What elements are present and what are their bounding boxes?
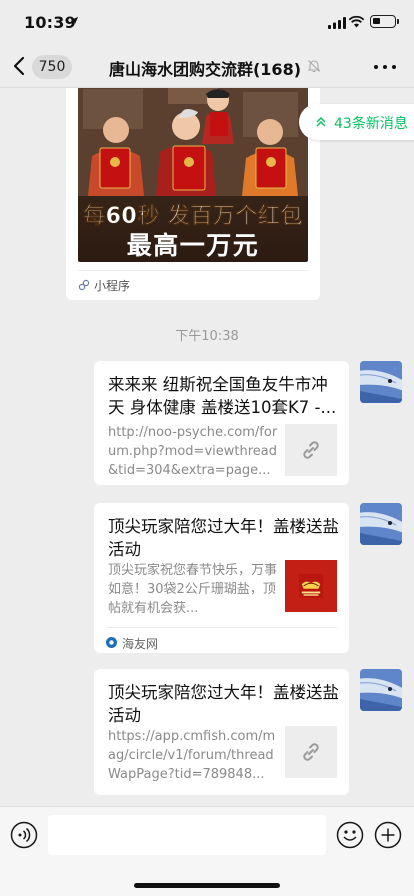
source-name: 海友网 [122, 637, 159, 651]
back-chevron-icon[interactable] [12, 56, 28, 76]
link-title: 顶尖玩家陪您过大年！盖楼送盐活动 [108, 683, 339, 725]
link-thumbnail [285, 726, 337, 778]
double-chevron-up-icon [316, 116, 326, 127]
article-thumbnail [285, 560, 337, 612]
article-message-card[interactable]: 顶尖玩家陪您过大年！盖楼送盐活动 顶尖玩家祝您春节快乐，万事如意！30袋2公斤珊… [94, 503, 349, 653]
location-arrow-icon [70, 16, 79, 25]
promo-people-illustration [78, 88, 308, 196]
promo-subheadline: 最高一万元 [126, 231, 260, 260]
sender-avatar[interactable] [360, 669, 402, 711]
message-input[interactable] [48, 815, 326, 855]
new-messages-pill[interactable]: 43条新消息 [299, 104, 414, 140]
more-options-icon[interactable] [374, 65, 396, 71]
fish-avatar-image [360, 361, 402, 403]
link-description: http://noo-psyche.com/forum.php?mod=view… [108, 425, 278, 478]
link-message-card[interactable]: 来来来 纽斯祝全国鱼友牛市冲天 身体健康 盖楼送10套K7 -... http:… [94, 361, 349, 485]
status-bar: 10:39 [0, 0, 414, 46]
link-title: 来来来 纽斯祝全国鱼友牛市冲天 身体健康 盖楼送10套K7 -... [108, 375, 337, 417]
chat-input-bar [0, 806, 414, 896]
mini-program-image: 每60秒 发百万个红包 最高一万元 [78, 88, 308, 262]
chat-message-list[interactable]: 每60秒 发百万个红包 最高一万元 小程序 43条新消息 下午10:38 来来来… [0, 88, 414, 806]
emoji-icon[interactable] [336, 821, 364, 849]
plus-icon[interactable] [374, 821, 402, 849]
link-icon [303, 441, 319, 459]
message-timestamp: 下午10:38 [175, 329, 239, 344]
source-logo-icon [106, 637, 117, 648]
new-messages-label: 43条新消息 [334, 116, 408, 132]
article-title: 顶尖玩家陪您过大年！盖楼送盐活动 [108, 517, 339, 559]
article-source: 海友网 [106, 627, 337, 651]
voice-icon[interactable] [10, 821, 38, 849]
sender-avatar[interactable] [360, 503, 402, 545]
chat-title: 唐山海水团购交流群(168) [108, 60, 302, 79]
battery-icon [370, 15, 399, 28]
promo-thumbnail-image [299, 574, 323, 598]
mute-bell-icon [307, 60, 321, 73]
home-indicator[interactable] [134, 883, 280, 888]
article-description: 顶尖玩家祝您春节快乐，万事如意！30袋2公斤珊瑚盐，顶帖就有机会获... [108, 563, 278, 616]
status-time: 10:39 [24, 13, 76, 32]
unread-count-badge[interactable]: 750 [32, 55, 72, 79]
link-description: https://app.cmfish.com/mag/circle/v1/for… [108, 729, 276, 782]
sender-avatar[interactable] [360, 361, 402, 403]
mini-program-icon [78, 279, 90, 291]
mini-program-card[interactable]: 每60秒 发百万个红包 最高一万元 小程序 [66, 88, 320, 300]
wifi-icon [348, 15, 365, 28]
fish-avatar-image [360, 669, 402, 711]
link-message-card[interactable]: 顶尖玩家陪您过大年！盖楼送盐活动 https://app.cmfish.com/… [94, 669, 349, 795]
mini-program-label: 小程序 [94, 279, 131, 293]
link-thumbnail [285, 424, 337, 476]
link-icon [303, 743, 319, 761]
mini-program-footer: 小程序 [78, 270, 308, 296]
nav-bar: 750 唐山海水团购交流群(168) [0, 46, 414, 88]
cellular-signal-icon [328, 17, 346, 29]
fish-avatar-image [360, 503, 402, 545]
